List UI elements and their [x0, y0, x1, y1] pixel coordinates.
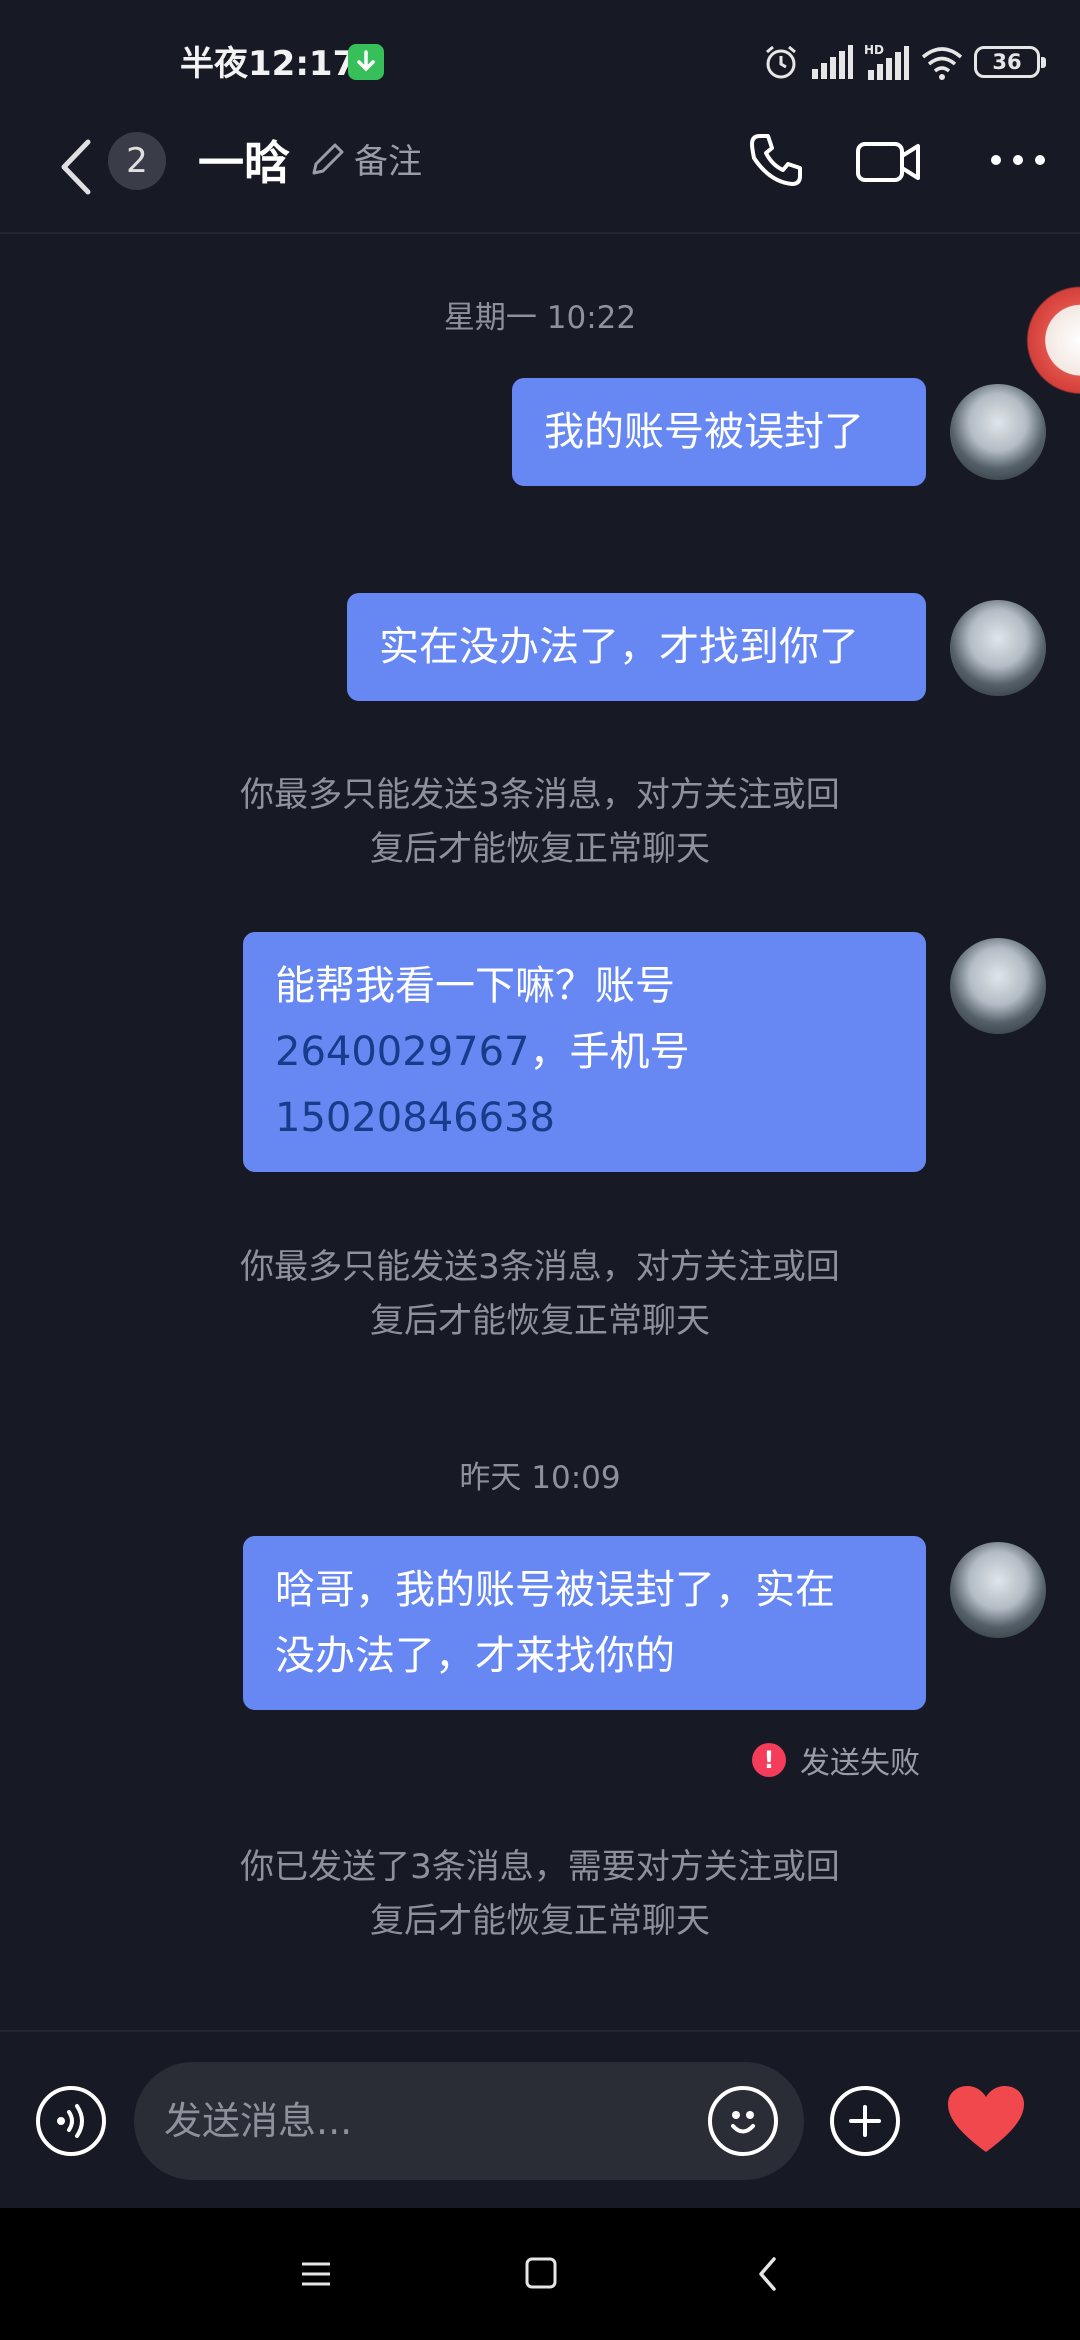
timestamp: 昨天 10:09 [459, 1460, 621, 1496]
more-button[interactable] [988, 128, 1048, 196]
svg-text:HD: HD [864, 43, 884, 57]
notice-line: 你最多只能发送3条消息，对方关注或回 [240, 775, 840, 815]
alarm-icon [766, 45, 796, 79]
remark-label: 备注 [354, 142, 422, 182]
avatar[interactable] [950, 600, 1046, 696]
message-bubble[interactable]: 能帮我看一下嘛？账号 2640029767，手机号 15020846638 [243, 932, 926, 1172]
status-bar: 半夜12:17 HD 36 [0, 0, 1080, 120]
nav-back-icon[interactable] [756, 2256, 780, 2292]
message-bubble[interactable]: 我的账号被误封了 [512, 378, 926, 486]
call-button[interactable] [744, 128, 808, 196]
voice-icon [57, 2104, 84, 2138]
notice-line: 你已发送了3条消息，需要对方关注或回 [240, 1847, 840, 1887]
avatar[interactable] [950, 1542, 1046, 1638]
like-button[interactable] [946, 2084, 1026, 2160]
system-notice: 你已发送了3条消息，需要对方关注或回 复后才能恢复正常聊天 [0, 1840, 1080, 1948]
system-nav-bar [0, 2208, 1080, 2340]
message-text: 没办法了，才来找你的 [275, 1633, 675, 1679]
signal-hd-icon: HD [864, 43, 909, 80]
message-bubble[interactable]: 晗哥，我的账号被误封了，实在 没办法了，才来找你的 [243, 1536, 926, 1710]
chevron-left-icon [61, 139, 91, 195]
phone-icon [750, 134, 802, 186]
system-notice: 你最多只能发送3条消息，对方关注或回 复后才能恢复正常聊天 [0, 768, 1080, 876]
heart-icon [948, 2086, 1024, 2152]
battery-icon: 36 [974, 46, 1046, 78]
voice-button[interactable] [36, 2086, 106, 2156]
more-dots-icon [991, 155, 1045, 165]
send-failed-status[interactable]: ! 发送失败 [752, 1738, 920, 1782]
timestamp: 星期一 10:22 [443, 300, 637, 336]
message-text: 晗哥，我的账号被误封了，实在 [275, 1567, 835, 1613]
message-text: 实在没办法了，才找到你了 [379, 624, 859, 670]
message-input-placeholder: 发送消息... [164, 2099, 353, 2143]
battery-level: 36 [992, 50, 1022, 74]
notice-line: 复后才能恢复正常聊天 [370, 829, 710, 869]
account-number-link[interactable]: 2640029767 [275, 1029, 530, 1075]
video-call-button[interactable] [854, 128, 924, 196]
unread-badge: 2 [108, 132, 166, 190]
avatar[interactable] [950, 384, 1046, 480]
status-icons: HD 36 [762, 40, 1046, 84]
download-icon [348, 44, 384, 80]
message-bubble[interactable]: 实在没办法了，才找到你了 [347, 593, 926, 701]
back-button[interactable] [50, 132, 100, 212]
message-text: 我的账号被误封了 [544, 409, 864, 455]
avatar[interactable] [950, 938, 1046, 1034]
emoji-icon [731, 2111, 755, 2134]
send-failed-label: 发送失败 [800, 1746, 920, 1781]
notice-line: 复后才能恢复正常聊天 [370, 1901, 710, 1941]
notice-line: 复后才能恢复正常聊天 [370, 1301, 710, 1341]
phone-number-link[interactable]: 15020846638 [275, 1085, 894, 1151]
plus-icon [849, 2105, 881, 2137]
emoji-button[interactable] [708, 2086, 778, 2156]
message-text: ，手机号 [529, 1029, 690, 1075]
system-notice: 你最多只能发送3条消息，对方关注或回 复后才能恢复正常聊天 [0, 1240, 1080, 1348]
remark-button[interactable]: 备注 [306, 134, 422, 183]
add-button[interactable] [830, 2086, 900, 2156]
video-camera-icon [856, 142, 920, 182]
home-icon[interactable] [524, 2256, 558, 2290]
message-input[interactable]: 发送消息... [134, 2062, 804, 2180]
signal-icon [812, 45, 853, 79]
menu-icon[interactable] [300, 2258, 332, 2290]
notice-line: 你最多只能发送3条消息，对方关注或回 [240, 1247, 840, 1287]
message-text: 能帮我看一下嘛？账号 [275, 963, 675, 1009]
error-icon: ! [752, 1743, 786, 1777]
status-time: 半夜12:17 [180, 44, 357, 84]
wifi-icon [921, 47, 963, 80]
contact-name[interactable]: 一晗 [198, 128, 290, 198]
pencil-icon [312, 143, 344, 174]
